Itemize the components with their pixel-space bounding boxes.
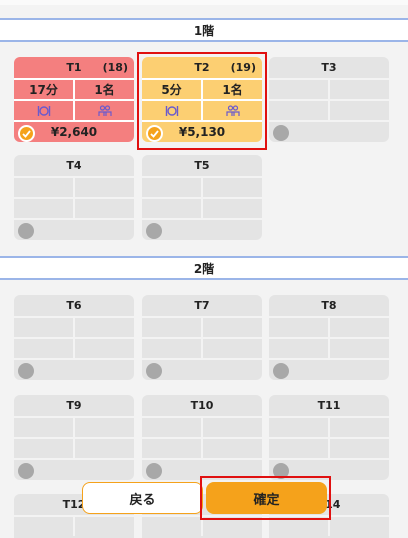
back-button-label: 戻る — [129, 492, 156, 508]
floor-header-2: 2階 — [0, 256, 408, 280]
guest-count: (18) — [102, 61, 128, 74]
floor-title: 2階 — [193, 261, 215, 276]
status-dot — [18, 223, 34, 239]
people-icon — [97, 104, 112, 117]
status-dot — [18, 463, 34, 479]
table-name: T5 — [194, 159, 210, 172]
table-name: T7 — [194, 299, 210, 312]
table-icon-row — [14, 99, 134, 120]
table-selection-screen: 1階 T1 (18) 17分 1名 ¥2,640 T2 (19) 5分 1名 ¥… — [0, 0, 408, 538]
status-dot — [273, 363, 289, 379]
selection-highlight — [137, 52, 267, 150]
confirm-highlight — [200, 476, 331, 520]
status-dot — [146, 463, 162, 479]
table-card-t10[interactable]: T10 — [142, 395, 262, 480]
status-dot — [146, 223, 162, 239]
table-name: T3 — [321, 61, 337, 74]
table-card-t3[interactable]: T3 — [269, 57, 389, 142]
elapsed-time: 17分 — [29, 83, 58, 97]
top-divider — [0, 0, 408, 5]
status-dot — [18, 363, 34, 379]
table-name: T9 — [66, 399, 82, 412]
table-card-t11[interactable]: T11 — [269, 395, 389, 480]
status-dot — [146, 363, 162, 379]
table-name: T8 — [321, 299, 337, 312]
table-card-t4[interactable]: T4 — [14, 155, 134, 240]
table-name: T6 — [66, 299, 82, 312]
back-button[interactable]: 戻る — [82, 482, 203, 514]
floor-title: 1階 — [193, 23, 215, 38]
table-card-t5[interactable]: T5 — [142, 155, 262, 240]
table-card-t7[interactable]: T7 — [142, 295, 262, 380]
table-card-footer: ¥2,640 — [14, 120, 134, 142]
table-name: T1 — [66, 61, 82, 74]
table-status-row: 17分 1名 — [14, 78, 134, 99]
table-card-t6[interactable]: T6 — [14, 295, 134, 380]
floor-header-1: 1階 — [0, 18, 408, 42]
table-name: T10 — [190, 399, 214, 412]
table-card-t8[interactable]: T8 — [269, 295, 389, 380]
table-card-t1[interactable]: T1 (18) 17分 1名 ¥2,640 — [14, 57, 134, 142]
table-name: T11 — [317, 399, 341, 412]
table-card-header: T1 (18) — [14, 57, 134, 78]
table-card-t9[interactable]: T9 — [14, 395, 134, 480]
cutlery-icon — [37, 105, 51, 117]
check-icon — [18, 125, 35, 142]
people-count: 1名 — [73, 80, 134, 99]
status-dot — [273, 125, 289, 141]
table-name: T4 — [66, 159, 82, 172]
